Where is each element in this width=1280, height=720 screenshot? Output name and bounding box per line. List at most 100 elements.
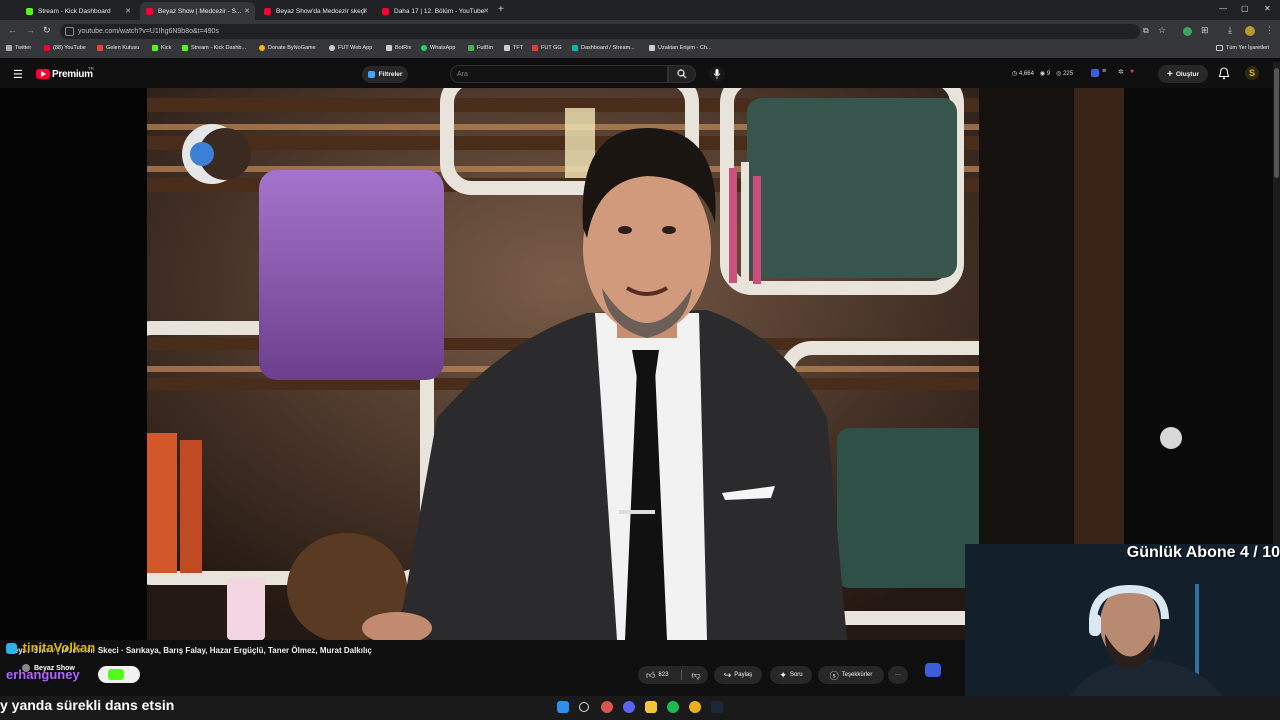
bookmark-whatsapp[interactable]: WhatsApp (421, 45, 455, 51)
thumbs-down-icon[interactable]: 👎︎ (691, 670, 700, 681)
tab-beyaz-show-medcezir[interactable]: Beyaz Show | Medcezir - S... ✕ (140, 2, 255, 20)
stream-stats: ◷ 4,664 ◉ 9 ◎ 225 (1012, 70, 1073, 77)
bookmark-futbin[interactable]: FutBin (468, 45, 493, 51)
scrollbar-thumb[interactable] (1274, 68, 1279, 178)
bell-icon (1218, 67, 1230, 80)
discord-icon[interactable] (623, 701, 635, 713)
close-window-icon[interactable]: ✕ (1264, 4, 1271, 13)
count-stat: ◎ 225 (1056, 71, 1074, 77)
downloads-icon[interactable]: ⤓ (1228, 25, 1232, 36)
bookmark-label: (88) YouTube (53, 45, 86, 51)
windows-start-icon[interactable] (557, 701, 569, 713)
profile-avatar[interactable] (1245, 26, 1255, 36)
maximize-icon[interactable]: ▢ (1241, 4, 1249, 13)
bookmark-label: Tüm Yer İşaretleri (1226, 45, 1270, 51)
search-input[interactable]: Ara (450, 65, 668, 83)
bookmark-bynogame[interactable]: Donate ByNoGame (259, 45, 316, 51)
bookmark-gmail[interactable]: Gelen Kutusu (97, 45, 139, 51)
notifications-button[interactable] (1218, 67, 1230, 85)
channel-avatar[interactable] (22, 664, 30, 672)
extension-badge-icon[interactable] (1091, 69, 1099, 77)
search-taskbar-icon[interactable] (579, 702, 589, 712)
bookmark-fut-web-app[interactable]: FUT Web App (329, 45, 372, 51)
bookmark-kick-dashboard[interactable]: Stream - Kick Dashb... (182, 45, 246, 51)
ask-label: Soru (789, 672, 803, 678)
back-icon[interactable]: ← (8, 25, 17, 35)
spotify-icon[interactable] (667, 701, 679, 713)
tab-daha-17[interactable]: Daha 17 | 12. Bölüm - YouTube ✕ (376, 2, 494, 20)
bookmark-tft[interactable]: TFT (504, 45, 523, 51)
file-explorer-icon[interactable] (645, 701, 657, 713)
bookmark-botrix[interactable]: BotRix (386, 45, 411, 51)
x-icon (6, 45, 12, 51)
close-icon[interactable]: ✕ (362, 7, 368, 15)
app-icon[interactable] (601, 701, 613, 713)
video-player[interactable] (147, 88, 979, 640)
bookmark-kick[interactable]: Kick (152, 45, 171, 51)
bookmark-twitter[interactable]: Twitter (6, 45, 31, 51)
steam-icon[interactable] (711, 701, 723, 713)
address-bar[interactable]: youtube.com/watch?v=U1Ihg6N9b8o&t=490s (60, 24, 1140, 39)
bookmark-youtube[interactable]: (88) YouTube (44, 45, 86, 51)
bookmark-star-icon[interactable]: ☆ (1158, 25, 1166, 36)
like-count: 823 (658, 672, 669, 678)
extensions-puzzle-icon[interactable]: ⊞ (1201, 25, 1209, 36)
search-icon (677, 69, 687, 79)
cast-icon[interactable]: ⧉ (1143, 26, 1149, 36)
forward-icon[interactable]: → (26, 25, 35, 35)
bookmark-remote-desktop[interactable]: Uzaktan Erişim - Ch... (649, 45, 711, 51)
url-text: youtube.com/watch?v=U1Ihg6N9b8o&t=490s (78, 28, 219, 35)
like-button[interactable]: 👍︎ 823 👎︎ (638, 666, 708, 684)
reload-icon[interactable]: ↻ (43, 25, 51, 36)
kick-icon (182, 45, 188, 51)
extension-button-icon[interactable] (925, 663, 941, 677)
all-bookmarks-folder[interactable]: Tüm Yer İşaretleri (1216, 45, 1269, 51)
followers-stat: ◉ 9 (1039, 71, 1051, 77)
site-info-icon[interactable] (65, 27, 74, 36)
tab-label: Daha 17 | 12. Bölüm - YouTube (394, 7, 485, 15)
thanks-button[interactable]: ⓢ Teşekkürler (818, 666, 884, 684)
more-actions-button[interactable]: ··· (888, 666, 908, 684)
voice-search-button[interactable] (709, 66, 725, 82)
filters-button[interactable]: Filtreler (362, 66, 408, 83)
bookmark-dashboard-stream[interactable]: Dashboard / Stream... (572, 45, 635, 51)
bookmark-label: Twitter (15, 45, 32, 51)
extension-icon[interactable] (1183, 27, 1192, 36)
chat-message-overlay: y yanda sürekli dans etsin (0, 697, 175, 713)
list-icon[interactable]: ≡ (1102, 68, 1106, 75)
ask-button[interactable]: ✦ Soru (770, 666, 812, 684)
alert-icon[interactable]: ● (1130, 68, 1134, 75)
sparkle-icon: ✦ (779, 669, 787, 680)
chat-username-1-text: tinitaVolkan (22, 640, 96, 655)
futbin-icon (468, 45, 474, 51)
close-icon[interactable]: ✕ (483, 7, 489, 15)
bookmark-label: Gelen Kutusu (106, 45, 140, 51)
youtube-logo-icon[interactable] (36, 69, 50, 79)
bookmark-fut-gg[interactable]: FUT GG (532, 45, 562, 51)
tab-label: Beyaz Show | Medcezir - S... (158, 7, 242, 15)
minimize-icon[interactable]: — (1219, 4, 1227, 13)
botrix-icon (386, 45, 392, 51)
hamburger-menu-icon[interactable]: ☰ (13, 68, 23, 81)
tab-beyaz-show-skec[interactable]: Beyaz Show'da Medcezir skeçi ✕ (258, 2, 373, 20)
chrome-menu-icon[interactable]: ⋮ (1265, 25, 1274, 36)
video-frame (147, 88, 979, 640)
close-icon[interactable]: ✕ (244, 7, 250, 15)
new-tab-button[interactable]: + (498, 4, 504, 15)
close-icon[interactable]: ✕ (125, 7, 131, 15)
account-avatar[interactable]: S (1245, 66, 1259, 80)
settings-icon[interactable]: ✲ (1118, 68, 1124, 76)
youtube-premium-logo[interactable]: Premium (52, 69, 93, 80)
chrome-icon[interactable] (689, 701, 701, 713)
search-button[interactable] (668, 65, 696, 83)
tab-kick-dashboard[interactable]: Stream - Kick Dashboard ✕ (20, 2, 136, 20)
kick-icon (152, 45, 158, 51)
channel-name[interactable]: Beyaz Show (34, 665, 75, 672)
bookmark-label: Uzaktan Erişim - Ch... (658, 45, 712, 51)
daily-subscriber-counter: Günlük Abone 4 / 10 (1126, 544, 1280, 561)
bookmark-label: FutBin (477, 45, 493, 51)
subscribe-button[interactable] (98, 666, 140, 683)
search-placeholder: Ara (457, 70, 468, 78)
create-button[interactable]: + Oluştur (1158, 65, 1208, 83)
share-button[interactable]: ↪ Paylaş (714, 666, 762, 684)
